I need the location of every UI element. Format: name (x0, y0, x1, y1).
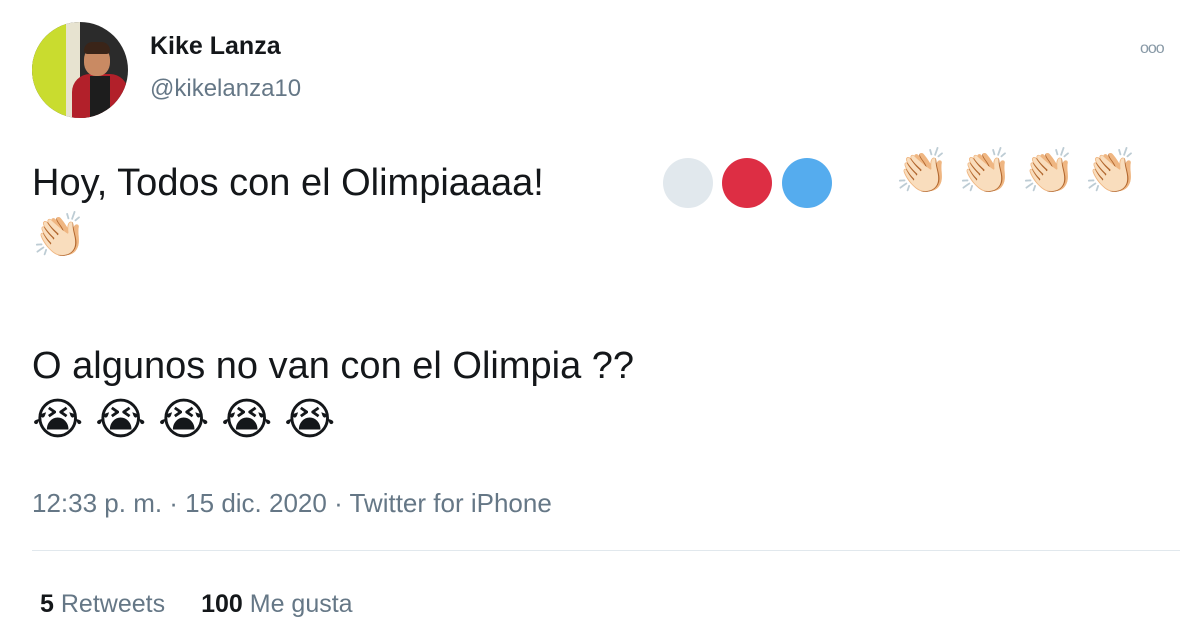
white-circle-emoji (663, 158, 713, 208)
divider (32, 550, 1180, 551)
retweets-label: Retweets (60, 590, 166, 618)
more-options-icon[interactable]: ooo (1140, 40, 1165, 58)
clapping-hands-icon: 👏🏻 (958, 147, 1013, 196)
tweet-text-line-1: Hoy, Todos con el Olimpiaaaa! (32, 162, 544, 204)
crying-face-icon: 😭 (32, 395, 84, 444)
clapping-hands-icon: 👏🏻 (1084, 147, 1139, 196)
clapping-hands-icon: 👏🏻 (895, 147, 950, 196)
clapping-hands-icon: 👏🏻 (1021, 147, 1076, 196)
author-name[interactable]: Kike Lanza (150, 32, 281, 61)
tweet-timestamp-source[interactable]: 12:33 p. m. · 15 dic. 2020 · Twitter for… (32, 488, 552, 519)
likes-count: 100 (201, 590, 243, 618)
likes-label: Me gusta (249, 590, 353, 618)
red-circle-emoji (722, 158, 772, 208)
crying-face-icon: 😭 (158, 395, 210, 444)
likes-stat[interactable]: 100 Me gusta (201, 590, 353, 618)
retweets-count: 5 (40, 590, 54, 618)
crying-face-icon: 😭 (95, 395, 147, 444)
retweets-stat[interactable]: 5 Retweets (40, 590, 165, 618)
avatar-shirt-stripe (90, 76, 110, 118)
avatar[interactable] (32, 22, 128, 118)
crying-face-icon: 😭 (284, 395, 336, 444)
clapping-hands-icon: 👏🏻 (32, 211, 87, 260)
avatar-hair (84, 42, 110, 54)
blue-circle-emoji (782, 158, 832, 208)
author-handle[interactable]: @kikelanza10 (150, 75, 301, 103)
crying-face-icon: 😭 (221, 395, 273, 444)
tweet-stats: 5 Retweets 100 Me gusta (40, 590, 353, 619)
tweet-text-line-2: O algunos no van con el Olimpia ?? (32, 345, 635, 387)
avatar-poster (32, 22, 66, 118)
